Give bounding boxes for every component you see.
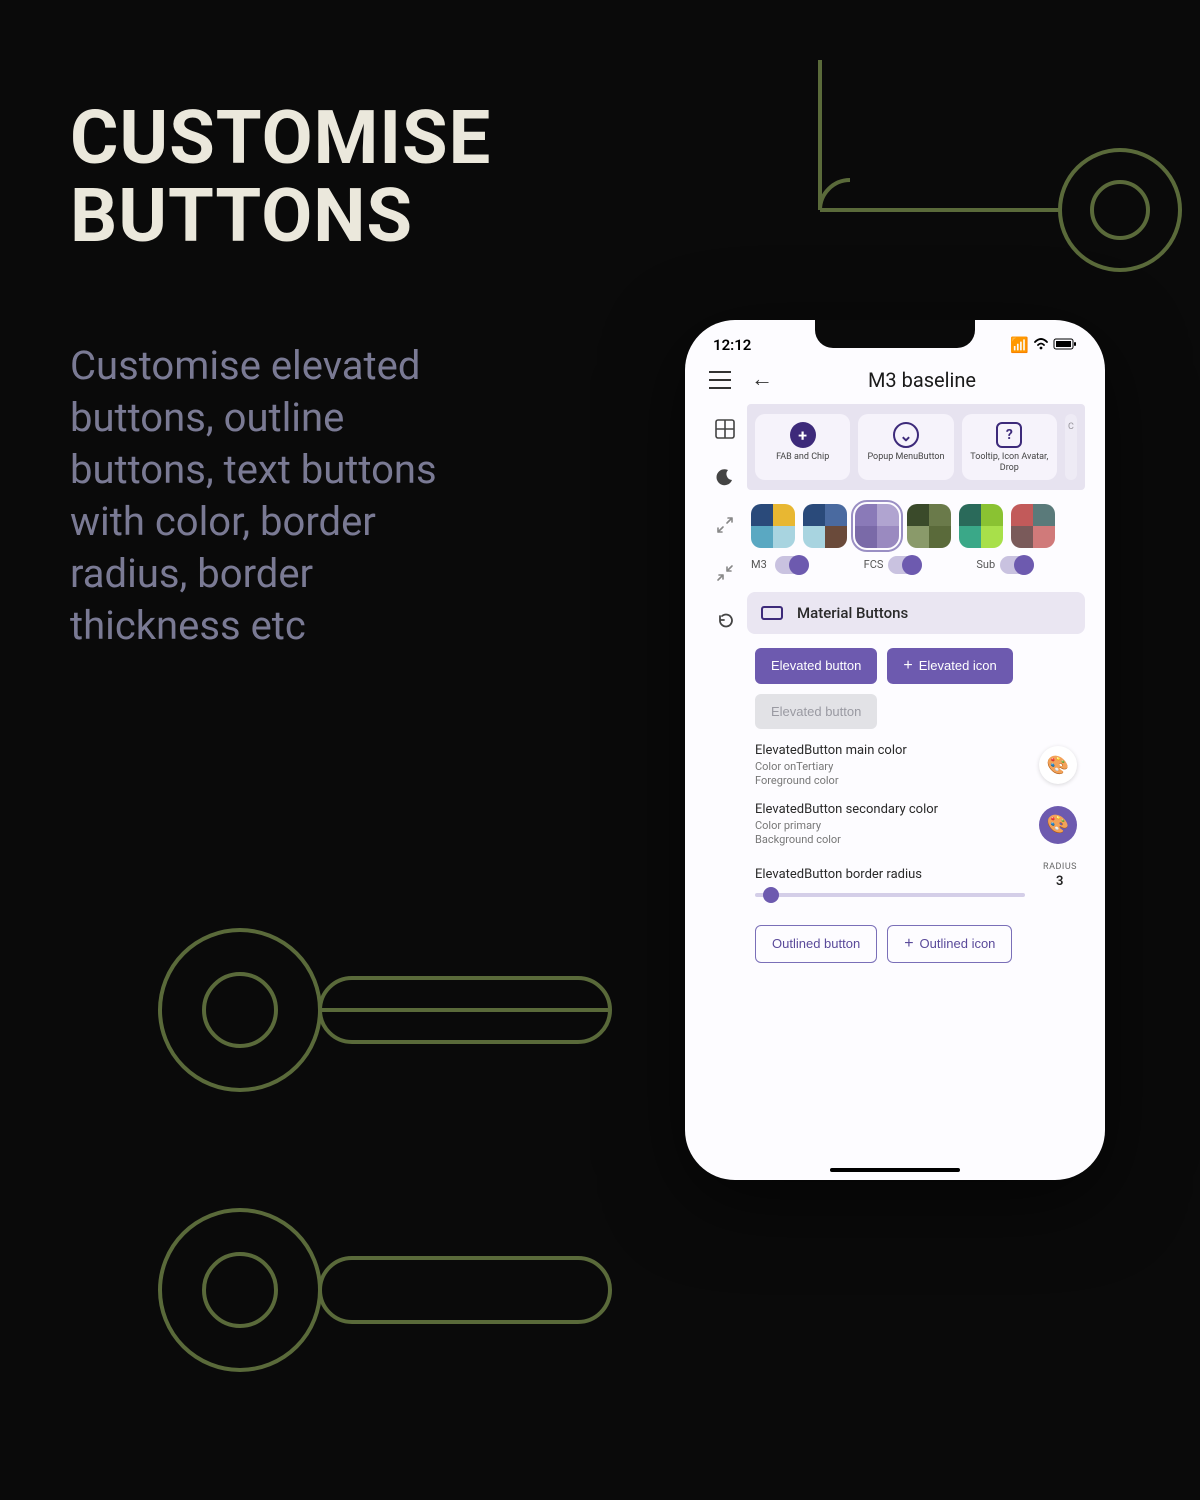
palette-icon: 🎨 [1047,755,1069,776]
chip-popup-menu[interactable]: ⌄ Popup MenuButton [858,414,953,480]
chip-tooltip[interactable]: ? Tooltip, Icon Avatar, Drop [962,414,1057,480]
palette-swatch-4[interactable] [959,504,1003,548]
plus-circle-icon: + [790,422,816,448]
toggle-m3[interactable] [775,556,809,574]
nav-rail [703,404,747,1180]
radius-readout: RADIUS 3 [1043,862,1077,889]
page-title: M3 baseline [793,368,1051,392]
prop-sub: Color primary [755,819,1029,833]
outlined-icon-button[interactable]: +Outlined icon [887,925,1012,963]
menu-icon[interactable] [709,371,731,389]
button-panel-icon [761,606,783,620]
status-time: 12:12 [713,336,751,354]
chevron-down-circle-icon: ⌄ [893,422,919,448]
toggle-fcs[interactable] [888,556,922,574]
expand-icon[interactable] [714,514,736,536]
undo-icon[interactable] [714,610,736,632]
prop-main-color: ElevatedButton main color Color onTertia… [747,739,1085,799]
status-bar: 12:12 📶 [703,332,1087,362]
wifi-icon [1033,336,1049,354]
prop-sub: Background color [755,833,1029,847]
phone-frame: 12:12 📶 ← M3 baseline [685,320,1105,1180]
home-indicator[interactable] [830,1168,960,1172]
toggle-label-sub: Sub [976,559,994,571]
radius-slider[interactable] [755,893,1025,897]
collapse-icon[interactable] [714,562,736,584]
prop-sub: Foreground color [755,774,1029,788]
section-title: Material Buttons [797,604,908,622]
elevated-button[interactable]: Elevated button [755,648,877,684]
prop-title: ElevatedButton border radius [755,867,1033,882]
palette-swatch-1[interactable] [803,504,847,548]
palette-swatch-5[interactable] [1011,504,1055,548]
app-bar: ← M3 baseline [703,362,1087,404]
prop-secondary-color: ElevatedButton secondary color Color pri… [747,798,1085,858]
palette-row [747,490,1085,556]
color-picker-main[interactable]: 🎨 [1039,746,1077,784]
elevated-button-disabled: Elevated button [755,694,877,729]
toggle-label-m3: M3 [751,559,769,571]
component-chip-row: + FAB and Chip ⌄ Popup MenuButton ? Tool… [747,404,1085,490]
grid-icon[interactable] [714,418,736,440]
palette-icon: 🎨 [1047,814,1069,835]
prop-title: ElevatedButton main color [755,743,1029,758]
battery-icon [1053,336,1077,354]
palette-swatch-2[interactable] [855,504,899,548]
slider-thumb[interactable] [763,887,779,903]
section-material-buttons[interactable]: Material Buttons [747,592,1085,634]
palette-swatch-0[interactable] [751,504,795,548]
chip-more[interactable]: C [1065,414,1077,480]
signal-icon: 📶 [1010,336,1029,354]
elevated-icon-button[interactable]: +Elevated icon [887,648,1012,684]
plus-icon: + [903,658,912,674]
plus-icon: + [904,936,913,952]
palette-swatch-3[interactable] [907,504,951,548]
outlined-button[interactable]: Outlined button [755,925,877,963]
prop-title: ElevatedButton secondary color [755,802,1029,817]
promo-heading: CUSTOMISE BUTTONS [70,100,491,255]
promo-subcopy: Customise elevated buttons, outline butt… [70,340,490,652]
back-button[interactable]: ← [751,369,773,391]
color-picker-secondary[interactable]: 🎨 [1039,806,1077,844]
toggle-sub[interactable] [1000,556,1034,574]
main-content: + FAB and Chip ⌄ Popup MenuButton ? Tool… [747,404,1087,1180]
help-square-icon: ? [996,422,1022,448]
toggle-row: M3 FCS Sub [747,556,1085,588]
chip-fab[interactable]: + FAB and Chip [755,414,850,480]
prop-sub: Color onTertiary [755,760,1029,774]
toggle-label-fcs: FCS [864,559,882,571]
moon-icon[interactable] [714,466,736,488]
